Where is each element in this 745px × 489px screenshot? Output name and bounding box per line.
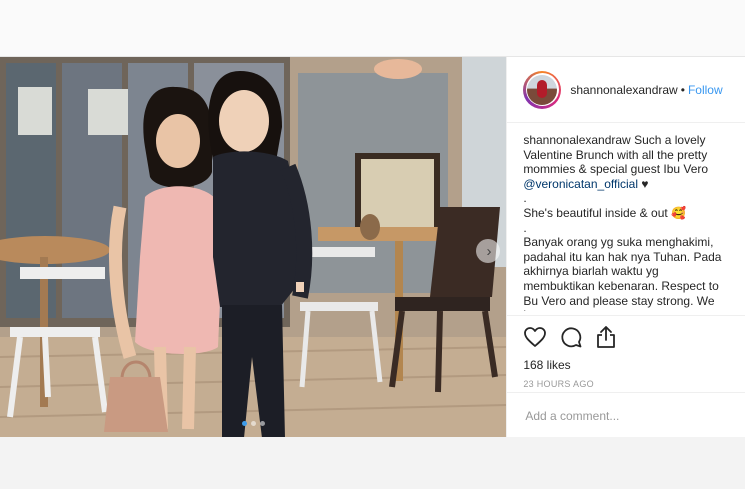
post-actions-area: 168 likes 23 HOURS AGO	[507, 315, 745, 389]
instagram-post: › shannonalexandraw • Follow shannonalexan…	[0, 56, 745, 439]
comment-form	[507, 392, 745, 438]
woman-left-face	[156, 114, 200, 168]
post-details-panel: shannonalexandraw • Follow shannonalexandr…	[506, 57, 745, 438]
chevron-right-icon: ›	[486, 242, 492, 260]
speech-bubble-icon[interactable]	[559, 325, 583, 349]
white-chair-back	[20, 267, 105, 279]
username-link[interactable]: shannonalexandraw	[570, 83, 677, 97]
post-caption: shannonalexandraw Such a lovely Valentin…	[507, 123, 745, 311]
woman-right-face	[219, 90, 269, 152]
post-photo[interactable]: ›	[0, 57, 507, 438]
pink-dress	[135, 186, 222, 354]
caption-username[interactable]: shannonalexandraw	[523, 133, 630, 147]
caption-line: Banyak orang yg suka menghakimi, padahal…	[523, 235, 722, 311]
carousel-dot[interactable]	[259, 421, 265, 426]
likes-count[interactable]: 168 likes	[523, 358, 729, 372]
caption-dot: .	[523, 220, 527, 235]
electric-panel	[18, 87, 52, 135]
ceiling-lamp	[374, 59, 422, 79]
vase	[360, 214, 380, 240]
woman-right-hand	[296, 282, 304, 292]
username-row: shannonalexandraw • Follow	[570, 83, 722, 97]
avatar-image	[525, 73, 559, 106]
separator-dot: •	[680, 82, 685, 97]
electric-panel	[88, 89, 128, 135]
share-upload-icon[interactable]	[595, 325, 617, 349]
caption-dot: .	[523, 191, 527, 206]
page-background-top	[0, 0, 745, 56]
carousel-next-button[interactable]: ›	[476, 239, 500, 263]
photo-scene	[0, 57, 507, 438]
dark-chair-seat	[395, 297, 490, 311]
avatar[interactable]	[523, 70, 562, 109]
page-background-bottom	[0, 437, 745, 489]
heart-outline-icon[interactable]	[523, 326, 547, 348]
post-header: shannonalexandraw • Follow	[507, 57, 745, 123]
caption-line: She's beautiful inside & out 🥰	[523, 205, 686, 220]
carousel-dot[interactable]	[250, 421, 256, 426]
heart-emoji: ♥	[638, 176, 649, 191]
carousel-dot[interactable]	[241, 421, 247, 426]
mention-link[interactable]: @veronicatan_official	[523, 177, 638, 191]
post-timestamp[interactable]: 23 HOURS AGO	[523, 379, 729, 389]
white-chair-back	[305, 247, 375, 257]
caption-paragraph: shannonalexandraw Such a lovely Valentin…	[523, 133, 733, 191]
comment-input[interactable]	[523, 407, 729, 424]
white-chair-seat	[10, 327, 100, 337]
carousel-dots	[0, 421, 506, 426]
follow-button[interactable]: Follow	[688, 83, 723, 97]
avatar-photo	[527, 74, 558, 105]
action-bar	[523, 324, 729, 350]
white-chair-seat	[300, 302, 378, 311]
